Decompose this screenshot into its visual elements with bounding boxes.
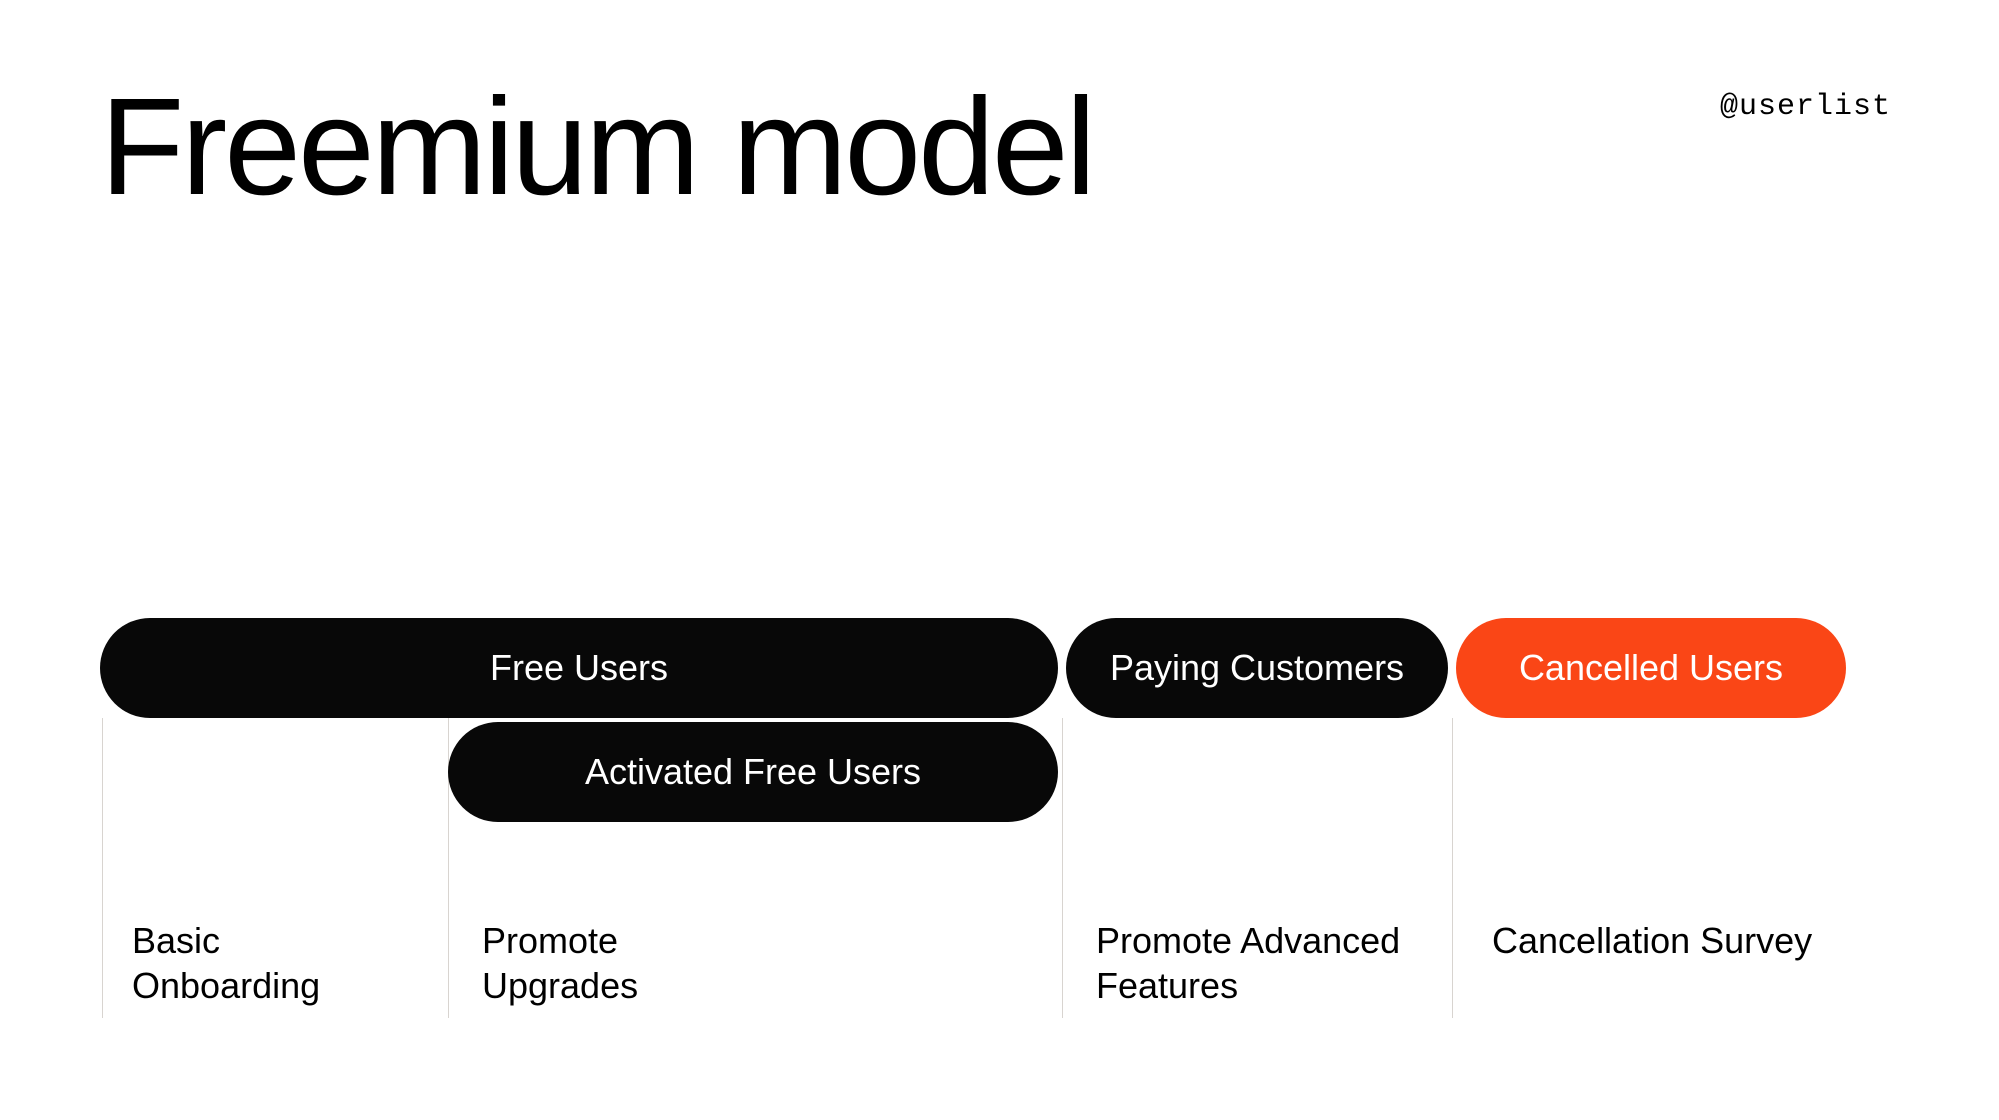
twitter-handle: @userlist (1720, 90, 1891, 124)
pill-cancelled-users: Cancelled Users (1456, 618, 1846, 718)
pill-paying-customers: Paying Customers (1066, 618, 1448, 718)
caption-promote-advanced: Promote AdvancedFeatures (1096, 918, 1400, 1008)
divider-line (1452, 718, 1453, 1018)
pill-label: Paying Customers (1110, 647, 1404, 689)
caption-cancellation-survey: Cancellation Survey (1492, 918, 1812, 963)
slide: Freemium model @userlist Free Users Payi… (0, 0, 1999, 1120)
pill-free-users: Free Users (100, 618, 1058, 718)
pill-label: Activated Free Users (585, 751, 921, 793)
divider-line (1062, 718, 1063, 1018)
caption-basic-onboarding: BasicOnboarding (132, 918, 320, 1008)
divider-line (102, 718, 103, 1018)
pill-label: Free Users (490, 647, 668, 689)
pill-activated-free-users: Activated Free Users (448, 722, 1058, 822)
caption-promote-upgrades: PromoteUpgrades (482, 918, 638, 1008)
slide-title: Freemium model (100, 78, 1093, 216)
freemium-diagram: Free Users Paying Customers Cancelled Us… (100, 618, 1900, 1018)
pill-label: Cancelled Users (1519, 647, 1783, 689)
